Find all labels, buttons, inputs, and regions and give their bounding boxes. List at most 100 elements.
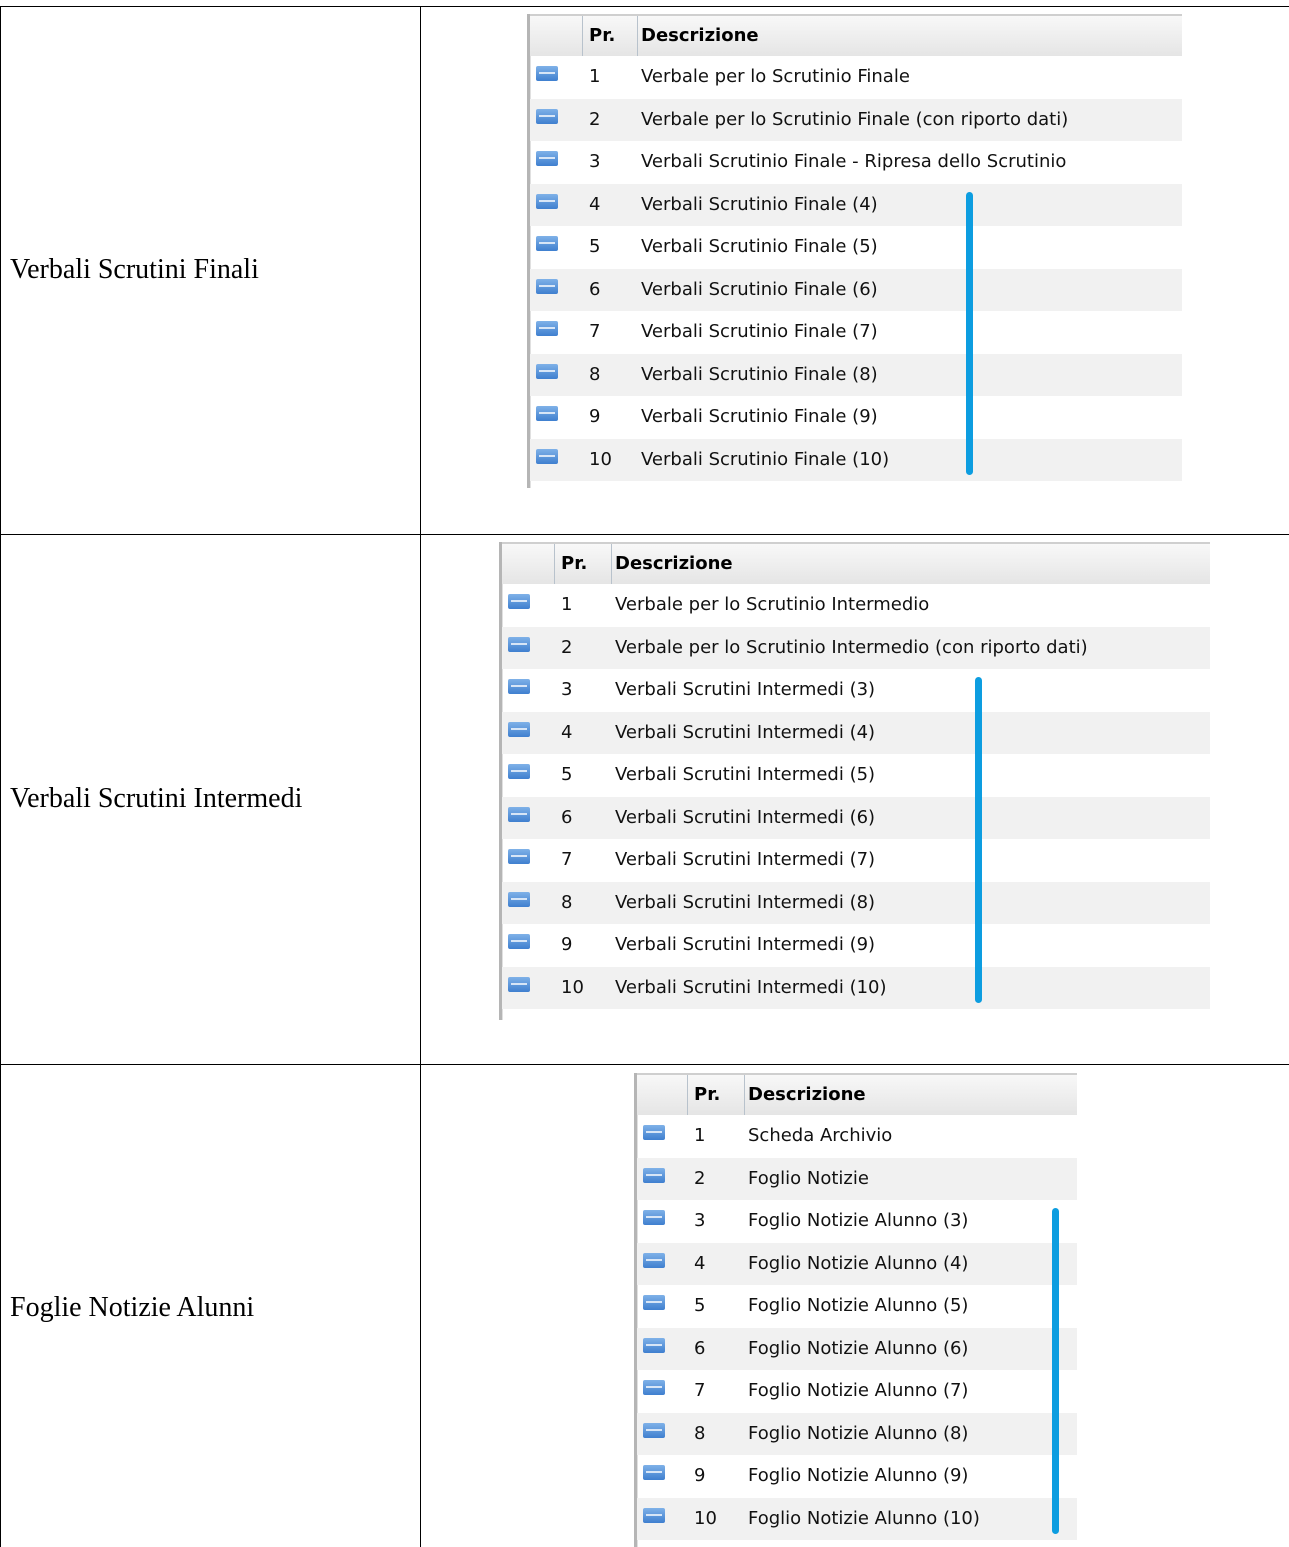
- table-row[interactable]: 6 Foglio Notizie Alunno (6): [637, 1327, 1077, 1370]
- table-row[interactable]: 9 Verbali Scrutini Intermedi (9): [502, 924, 1210, 966]
- html-file-icon[interactable]: [508, 679, 530, 694]
- table-row[interactable]: 10 Verbali Scrutini Intermedi (10): [502, 966, 1210, 1009]
- row-description[interactable]: Verbali Scrutinio Finale (7): [641, 311, 878, 353]
- html-file-icon[interactable]: [508, 976, 530, 992]
- row-description[interactable]: Verbali Scrutinio Finale - Ripresa dello…: [641, 141, 1066, 183]
- html-file-icon[interactable]: [508, 849, 530, 864]
- html-file-icon[interactable]: [643, 1210, 665, 1225]
- table-row[interactable]: 7 Foglio Notizie Alunno (7): [637, 1370, 1077, 1412]
- table-row[interactable]: 1 Verbale per lo Scrutinio Finale: [530, 56, 1182, 98]
- table-row[interactable]: 3 Verbali Scrutini Intermedi (3): [502, 669, 1210, 711]
- table-row[interactable]: 5 Foglio Notizie Alunno (5): [637, 1285, 1077, 1327]
- row-description[interactable]: Foglio Notizie Alunno (6): [748, 1328, 968, 1370]
- row-description[interactable]: Verbali Scrutini Intermedi (4): [615, 712, 875, 754]
- column-header-pr[interactable]: Pr.: [589, 16, 615, 56]
- table-row[interactable]: 7 Verbali Scrutini Intermedi (7): [502, 839, 1210, 881]
- table-row[interactable]: 1 Scheda Archivio: [637, 1115, 1077, 1157]
- html-file-icon[interactable]: [536, 321, 558, 336]
- table-row[interactable]: 6 Verbali Scrutini Intermedi (6): [502, 796, 1210, 839]
- row-description[interactable]: Verbali Scrutinio Finale (4): [641, 184, 878, 226]
- row-description[interactable]: Verbali Scrutini Intermedi (6): [615, 797, 875, 839]
- table-row[interactable]: 7 Verbali Scrutinio Finale (7): [530, 311, 1182, 353]
- row-description[interactable]: Verbali Scrutini Intermedi (8): [615, 882, 875, 924]
- row-description[interactable]: Verbale per lo Scrutinio Intermedio: [615, 584, 929, 626]
- table-row[interactable]: 4 Verbali Scrutinio Finale (4): [530, 183, 1182, 226]
- html-file-icon[interactable]: [643, 1295, 665, 1310]
- table-row[interactable]: 6 Verbali Scrutinio Finale (6): [530, 268, 1182, 311]
- row-description[interactable]: Verbali Scrutini Intermedi (9): [615, 924, 875, 966]
- row-description[interactable]: Verbali Scrutinio Finale (6): [641, 269, 878, 311]
- column-separator[interactable]: [637, 16, 638, 56]
- table-row[interactable]: 9 Foglio Notizie Alunno (9): [637, 1455, 1077, 1497]
- row-description[interactable]: Foglio Notizie Alunno (10): [748, 1498, 980, 1540]
- row-description[interactable]: Verbali Scrutini Intermedi (10): [615, 967, 887, 1009]
- table-row[interactable]: 5 Verbali Scrutini Intermedi (5): [502, 754, 1210, 796]
- table-row[interactable]: 10 Foglio Notizie Alunno (10): [637, 1497, 1077, 1540]
- row-description[interactable]: Verbale per lo Scrutinio Intermedio (con…: [615, 627, 1088, 669]
- row-description[interactable]: Scheda Archivio: [748, 1115, 892, 1157]
- column-separator[interactable]: [687, 1075, 688, 1115]
- html-file-icon[interactable]: [536, 236, 558, 251]
- row-description[interactable]: Foglio Notizie Alunno (7): [748, 1370, 968, 1412]
- column-separator[interactable]: [582, 16, 583, 56]
- row-description[interactable]: Verbali Scrutinio Finale (9): [641, 396, 878, 438]
- row-description[interactable]: Foglio Notizie Alunno (9): [748, 1455, 968, 1497]
- row-description[interactable]: Verbale per lo Scrutinio Finale (con rip…: [641, 99, 1068, 141]
- table-row[interactable]: 4 Verbali Scrutini Intermedi (4): [502, 711, 1210, 754]
- table-row[interactable]: 2 Foglio Notizie: [637, 1157, 1077, 1200]
- table-row[interactable]: 1 Verbale per lo Scrutinio Intermedio: [502, 584, 1210, 626]
- table-row[interactable]: 8 Foglio Notizie Alunno (8): [637, 1412, 1077, 1455]
- html-file-icon[interactable]: [643, 1167, 665, 1183]
- row-description[interactable]: Verbale per lo Scrutinio Finale: [641, 56, 910, 98]
- table-row[interactable]: 3 Foglio Notizie Alunno (3): [637, 1200, 1077, 1242]
- html-file-icon[interactable]: [643, 1125, 665, 1140]
- row-description[interactable]: Foglio Notizie: [748, 1158, 869, 1200]
- html-file-icon[interactable]: [643, 1507, 665, 1523]
- column-header-pr[interactable]: Pr.: [561, 544, 587, 584]
- html-file-icon[interactable]: [536, 108, 558, 124]
- row-description[interactable]: Verbali Scrutini Intermedi (7): [615, 839, 875, 881]
- column-separator[interactable]: [554, 544, 555, 584]
- html-file-icon[interactable]: [536, 278, 558, 294]
- column-header-descrizione[interactable]: Descrizione: [615, 544, 733, 584]
- table-row[interactable]: 10 Verbali Scrutinio Finale (10): [530, 438, 1182, 481]
- table-row[interactable]: 5 Verbali Scrutinio Finale (5): [530, 226, 1182, 268]
- column-separator[interactable]: [744, 1075, 745, 1115]
- row-description[interactable]: Foglio Notizie Alunno (3): [748, 1200, 968, 1242]
- html-file-icon[interactable]: [536, 151, 558, 166]
- html-file-icon[interactable]: [508, 934, 530, 949]
- table-row[interactable]: 8 Verbali Scrutini Intermedi (8): [502, 881, 1210, 924]
- html-file-icon[interactable]: [508, 721, 530, 737]
- row-description[interactable]: Verbali Scrutinio Finale (5): [641, 226, 878, 268]
- column-header-descrizione[interactable]: Descrizione: [641, 16, 759, 56]
- html-file-icon[interactable]: [508, 594, 530, 609]
- row-description[interactable]: Verbali Scrutini Intermedi (3): [615, 669, 875, 711]
- row-description[interactable]: Verbali Scrutini Intermedi (5): [615, 754, 875, 796]
- html-file-icon[interactable]: [643, 1380, 665, 1395]
- table-row[interactable]: 3 Verbali Scrutinio Finale - Ripresa dell…: [530, 141, 1182, 183]
- html-file-icon[interactable]: [643, 1337, 665, 1353]
- row-description[interactable]: Foglio Notizie Alunno (8): [748, 1413, 968, 1455]
- html-file-icon[interactable]: [508, 764, 530, 779]
- html-file-icon[interactable]: [536, 193, 558, 209]
- html-file-icon[interactable]: [643, 1252, 665, 1268]
- html-file-icon[interactable]: [508, 806, 530, 822]
- table-row[interactable]: 4 Foglio Notizie Alunno (4): [637, 1242, 1077, 1285]
- table-row[interactable]: 2 Verbale per lo Scrutinio Intermedio (co…: [502, 626, 1210, 669]
- column-header-descrizione[interactable]: Descrizione: [748, 1075, 866, 1115]
- html-file-icon[interactable]: [508, 636, 530, 652]
- row-description[interactable]: Verbali Scrutinio Finale (8): [641, 354, 878, 396]
- column-separator[interactable]: [611, 544, 612, 584]
- html-file-icon[interactable]: [508, 891, 530, 907]
- html-file-icon[interactable]: [536, 66, 558, 81]
- html-file-icon[interactable]: [536, 363, 558, 379]
- table-row[interactable]: 2 Verbale per lo Scrutinio Finale (con ri…: [530, 98, 1182, 141]
- row-description[interactable]: Foglio Notizie Alunno (4): [748, 1243, 968, 1285]
- column-header-pr[interactable]: Pr.: [694, 1075, 720, 1115]
- table-row[interactable]: 8 Verbali Scrutinio Finale (8): [530, 353, 1182, 396]
- row-description[interactable]: Verbali Scrutinio Finale (10): [641, 439, 889, 481]
- html-file-icon[interactable]: [643, 1465, 665, 1480]
- html-file-icon[interactable]: [536, 448, 558, 464]
- table-row[interactable]: 9 Verbali Scrutinio Finale (9): [530, 396, 1182, 438]
- html-file-icon[interactable]: [643, 1422, 665, 1438]
